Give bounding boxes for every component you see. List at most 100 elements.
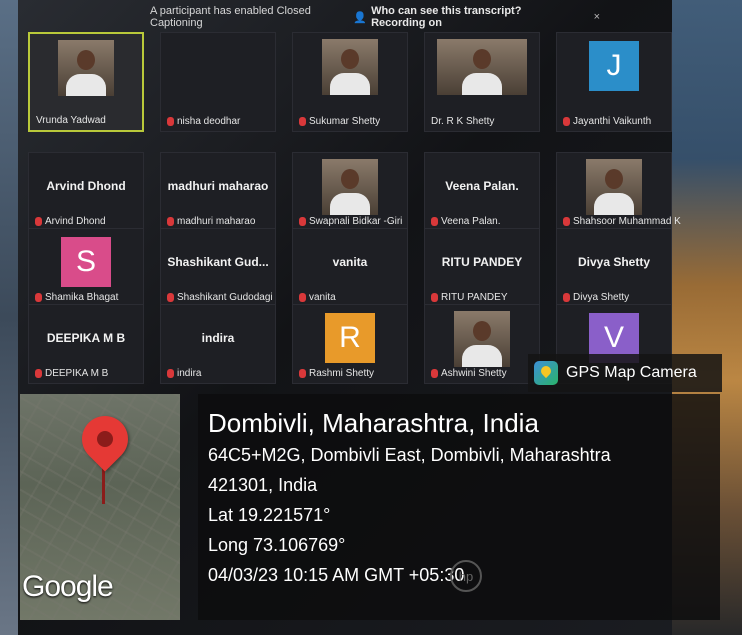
participant-avatar: J	[589, 41, 639, 91]
muted-mic-icon	[431, 369, 438, 378]
participant-name: Divya Shetty	[563, 292, 629, 303]
participant-tile[interactable]: Shashikant Gud... Shashikant Gudodagi	[160, 228, 276, 308]
muted-mic-icon	[167, 293, 174, 302]
participant-tile[interactable]: RITU PANDEY RITU PANDEY	[424, 228, 540, 308]
participant-name: Veena Palan.	[431, 216, 501, 227]
participant-name: Sukumar Shetty	[299, 116, 380, 127]
participant-grid: Vrunda Yadwad nisha deodhar Sukumar Shetty…	[20, 28, 681, 388]
participant-tile[interactable]: Shahsoor Muhammad K	[556, 152, 681, 232]
photo-frame: A participant has enabled Closed Caption…	[0, 0, 742, 635]
participant-tile[interactable]: Arvind Dhond Arvind Dhond	[28, 152, 144, 232]
participant-center-name: Arvind Dhond	[46, 179, 126, 193]
participant-name-text: Shamika Bhagat	[45, 292, 119, 303]
participant-tile[interactable]: Ashwini Shetty	[424, 304, 540, 384]
participant-tile[interactable]: madhuri maharao madhuri maharao	[160, 152, 276, 232]
participant-name: Shashikant Gudodagi	[167, 292, 273, 303]
person-body	[594, 193, 634, 215]
participant-avatar: R	[325, 313, 375, 363]
muted-mic-icon	[299, 369, 306, 378]
person-head	[473, 321, 491, 341]
participant-name: Swapnali Bidkar -Giri	[299, 216, 402, 227]
participant-name-text: Shahsoor Muhammad K	[573, 216, 681, 227]
participant-name: DEEPIKA M B	[35, 368, 108, 379]
participant-video	[437, 39, 527, 95]
person-head	[341, 169, 359, 189]
muted-mic-icon	[299, 293, 306, 302]
participant-name: Shamika Bhagat	[35, 292, 118, 303]
participant-video	[454, 311, 510, 367]
participant-tile[interactable]: DEEPIKA M B DEEPIKA M B	[28, 304, 144, 384]
person-head	[341, 49, 359, 69]
participant-center-name: madhuri maharao	[167, 179, 269, 193]
participant-tile[interactable]: nisha deodhar	[160, 32, 276, 132]
participant-name: Jayanthi Vaikunth	[563, 116, 651, 127]
participant-video	[322, 159, 378, 215]
participant-name: RITU PANDEY	[431, 292, 508, 303]
participant-name: indira	[167, 368, 201, 379]
participant-name-text: DEEPIKA M B	[45, 368, 109, 379]
person-body	[66, 74, 106, 96]
participant-name-text: vanita	[309, 292, 336, 303]
participant-name: Dr. R K Shetty	[431, 116, 494, 127]
participant-name-text: Divya Shetty	[573, 292, 630, 303]
transcript-question[interactable]: 👤 Who can see this transcript? Recording…	[353, 5, 569, 29]
participant-tile[interactable]: Veena Palan. Veena Palan.	[424, 152, 540, 232]
close-icon[interactable]: ×	[594, 11, 600, 23]
participant-tile[interactable]: vanita vanita	[292, 228, 408, 308]
person-body	[462, 345, 502, 367]
participant-name-text: Shashikant Gudodagi	[177, 292, 273, 303]
participant-tile[interactable]: Divya Shetty Divya Shetty	[556, 228, 672, 308]
meeting-topbar: A participant has enabled Closed Caption…	[150, 5, 600, 29]
muted-mic-icon	[35, 293, 42, 302]
transcript-question-text: Who can see this transcript? Recording o…	[371, 5, 522, 29]
place-name: Dombivli, Maharashtra, India	[208, 408, 539, 438]
participant-name: Rashmi Shetty	[299, 368, 374, 379]
muted-mic-icon	[35, 369, 42, 378]
participant-name: vanita	[299, 292, 336, 303]
participant-name: madhuri maharao	[167, 216, 255, 227]
participant-name-text: indira	[177, 368, 202, 379]
laptop-logo-icon: hp	[450, 560, 482, 592]
participant-name-text: Sukumar Shetty	[309, 116, 381, 127]
participant-tile[interactable]: S Shamika Bhagat	[28, 228, 144, 308]
map-brand: Google	[22, 570, 114, 603]
participant-tile[interactable]: Sukumar Shetty	[292, 32, 408, 132]
participant-name-text: Dr. R K Shetty	[431, 116, 495, 127]
latitude: Lat 19.221571°	[208, 505, 331, 525]
muted-mic-icon	[563, 217, 570, 226]
person-body	[330, 73, 370, 95]
muted-mic-icon	[299, 117, 306, 126]
location-pin-icon	[72, 406, 138, 472]
participant-tile[interactable]: J Jayanthi Vaikunth	[556, 32, 672, 132]
longitude: Long 73.106769°	[208, 535, 346, 555]
gps-map-camera-badge: GPS Map Camera	[528, 354, 722, 392]
map-thumbnail: Google	[20, 394, 180, 620]
person-icon: 👤	[353, 11, 368, 24]
gps-camera-icon	[534, 361, 558, 385]
muted-mic-icon	[431, 293, 438, 302]
participant-name-text: Jayanthi Vaikunth	[573, 116, 652, 127]
participant-tile[interactable]: Dr. R K Shetty	[424, 32, 540, 132]
muted-mic-icon	[563, 117, 570, 126]
participant-tile[interactable]: Vrunda Yadwad	[28, 32, 144, 132]
participant-tile[interactable]: R Rashmi Shetty	[292, 304, 408, 384]
participant-center-name: Shashikant Gud...	[167, 255, 269, 269]
background-left	[0, 0, 18, 635]
participant-video	[58, 40, 114, 96]
participant-center-name: Veena Palan.	[445, 179, 519, 193]
participant-name-text: Vrunda Yadwad	[36, 115, 106, 126]
participant-tile[interactable]: Swapnali Bidkar -Giri	[292, 152, 408, 232]
participant-name-text: Veena Palan.	[441, 216, 501, 227]
muted-mic-icon	[35, 217, 42, 226]
participant-name: Ashwini Shetty	[431, 368, 507, 379]
captioning-notice: A participant has enabled Closed Caption…	[150, 5, 311, 29]
participant-name-text: RITU PANDEY	[441, 292, 508, 303]
participant-center-name: RITU PANDEY	[441, 255, 523, 269]
participant-name-text: madhuri maharao	[177, 216, 256, 227]
address-line-2: 421301, India	[208, 475, 318, 495]
muted-mic-icon	[299, 217, 306, 226]
participant-center-name: Divya Shetty	[577, 255, 651, 269]
muted-mic-icon	[167, 369, 174, 378]
participant-tile[interactable]: indira indira	[160, 304, 276, 384]
participant-name: Vrunda Yadwad	[36, 115, 106, 126]
